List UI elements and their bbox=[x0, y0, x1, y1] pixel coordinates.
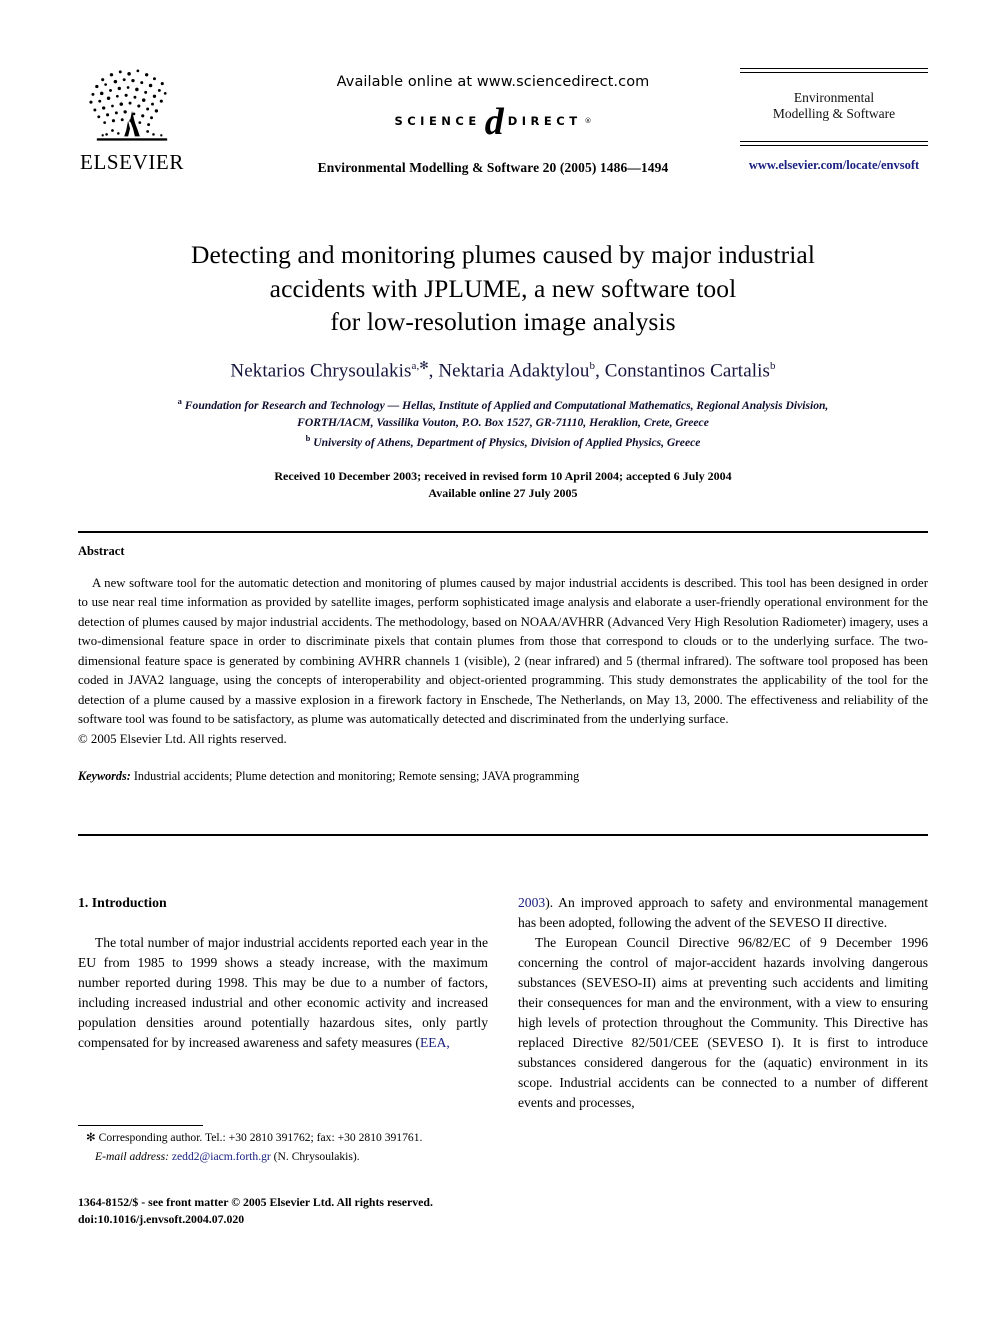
sciencedirect-at-icon: d bbox=[484, 100, 504, 143]
footnote-corresponding-author: ✻ Corresponding author. Tel.: +30 2810 3… bbox=[78, 1130, 488, 1147]
author-name: Constantinos Cartalis bbox=[604, 360, 770, 382]
sciencedirect-word-science: SCIENCE bbox=[394, 114, 481, 128]
abstract-copyright: © 2005 Elsevier Ltd. All rights reserved… bbox=[78, 731, 287, 746]
abstract-text: A new software tool for the automatic de… bbox=[78, 576, 928, 727]
affiliation-b-marker: b bbox=[305, 432, 311, 443]
page-title: Detecting and monitoring plumes caused b… bbox=[78, 238, 928, 339]
affiliation-a-line2: FORTH/IACM, Vassilika Vouton, P.O. Box 1… bbox=[297, 415, 709, 429]
keywords-line: Keywords: Industrial accidents; Plume de… bbox=[78, 769, 928, 784]
received-dates: Received 10 December 2003; received in r… bbox=[274, 469, 732, 484]
author-separator: , bbox=[595, 360, 605, 382]
body-column-right: 2003). An improved approach to safety an… bbox=[518, 893, 928, 1113]
title-block: Detecting and monitoring plumes caused b… bbox=[78, 238, 928, 502]
title-line-1: Detecting and monitoring plumes caused b… bbox=[190, 240, 816, 269]
footnote-block: ✻ Corresponding author. Tel.: +30 2810 3… bbox=[78, 1130, 488, 1165]
journal-title-line2: Modelling & Software bbox=[772, 106, 896, 122]
journal-homepage-link[interactable]: www.elsevier.com/locate/envsoft bbox=[740, 158, 928, 173]
author-name: Nektarios Chrysoulakis bbox=[230, 360, 412, 382]
paragraph-intro-left: The total number of major industrial acc… bbox=[78, 933, 488, 1053]
affiliations: a Foundation for Research and Technology… bbox=[78, 395, 928, 451]
corresponding-author-text: Corresponding author. Tel.: +30 2810 391… bbox=[98, 1131, 423, 1144]
paragraph-intro-right-text: ). An improved approach to safety and en… bbox=[518, 895, 928, 930]
footnote-email: E-mail address: zedd2@iacm.forth.gr (N. … bbox=[78, 1149, 488, 1166]
imprint-block: 1364-8152/$ - see front matter © 2005 El… bbox=[78, 1194, 508, 1228]
author-marks: b bbox=[769, 359, 776, 372]
sciencedirect-word-direct: DIRECT bbox=[507, 114, 582, 128]
title-line-2: accidents with JPLUME, a new software to… bbox=[269, 273, 737, 303]
author-separator: , bbox=[428, 360, 439, 382]
citation-link-eea-year[interactable]: 2003 bbox=[518, 895, 545, 910]
sciencedirect-logo: SCIENCE d DIRECT ® bbox=[228, 100, 758, 143]
corresponding-author-marker: ✻ bbox=[86, 1131, 96, 1144]
available-online-text: Available online at www.sciencedirect.co… bbox=[336, 74, 650, 90]
journal-title-line1: Environmental bbox=[793, 89, 875, 105]
elsevier-wordmark: ELSEVIER bbox=[80, 150, 184, 174]
affiliation-b: b University of Athens, Department of Ph… bbox=[78, 432, 928, 452]
journal-box-bottom-rule bbox=[740, 141, 928, 146]
email-label: E-mail address: bbox=[95, 1149, 169, 1163]
affiliation-a: a Foundation for Research and Technology… bbox=[78, 395, 928, 415]
doi-line: doi:10.1016/j.envsoft.2004.07.020 bbox=[78, 1212, 245, 1227]
journal-citation-line: Environmental Modelling & Software 20 (2… bbox=[317, 160, 669, 175]
affiliation-a-line1: Foundation for Research and Technology —… bbox=[184, 399, 829, 413]
paragraph-intro-left-text: The total number of major industrial acc… bbox=[78, 935, 488, 1051]
abstract-top-divider bbox=[78, 531, 928, 533]
author-name: Nektaria Adaktylou bbox=[438, 360, 590, 382]
sciencedirect-header: Available online at www.sciencedirect.co… bbox=[228, 74, 758, 176]
available-online-date: Available online 27 July 2005 bbox=[428, 486, 578, 501]
citation-link-eea[interactable]: EEA, bbox=[420, 1035, 450, 1050]
author-marks: a,✻ bbox=[411, 359, 429, 372]
elsevier-logo: ELSEVIER bbox=[78, 66, 186, 173]
affiliation-b-text: University of Athens, Department of Phys… bbox=[313, 435, 701, 449]
abstract-heading: Abstract bbox=[78, 544, 125, 558]
email-owner: (N. Chrysoulakis). bbox=[273, 1149, 360, 1163]
issn-copyright-line: 1364-8152/$ - see front matter © 2005 El… bbox=[78, 1195, 433, 1209]
section-heading-introduction: 1. Introduction bbox=[78, 895, 167, 910]
footnote-divider bbox=[78, 1125, 203, 1126]
registered-trademark-icon: ® bbox=[584, 117, 592, 125]
abstract-bottom-divider bbox=[78, 834, 928, 836]
paragraph-seveso-directive: The European Council Directive 96/82/EC … bbox=[518, 934, 928, 1110]
article-page: ELSEVIER Available online at www.science… bbox=[0, 0, 992, 1323]
elsevier-tree-icon bbox=[89, 69, 168, 141]
keywords-text: Industrial accidents; Plume detection an… bbox=[133, 768, 580, 783]
journal-branding-box: Environmental Modelling & Software www.e… bbox=[740, 68, 928, 173]
affiliation-a-marker: a bbox=[177, 396, 182, 407]
author-list: Nektarios Chrysoulakisa,✻, Nektaria Adak… bbox=[78, 359, 928, 382]
keywords-label: Keywords: bbox=[78, 768, 131, 783]
email-link[interactable]: zedd2@iacm.forth.gr bbox=[172, 1150, 271, 1163]
title-line-3: for low-resolution image analysis bbox=[330, 307, 676, 337]
abstract-section: Abstract A new software tool for the aut… bbox=[78, 544, 928, 784]
paragraph-intro-right-continued: 2003). An improved approach to safety an… bbox=[518, 893, 928, 933]
body-column-left: 1. Introduction The total number of majo… bbox=[78, 893, 488, 1053]
masthead: ELSEVIER Available online at www.science… bbox=[78, 62, 928, 210]
article-history: Received 10 December 2003; received in r… bbox=[78, 468, 928, 502]
journal-title: Environmental Modelling & Software bbox=[740, 73, 928, 142]
